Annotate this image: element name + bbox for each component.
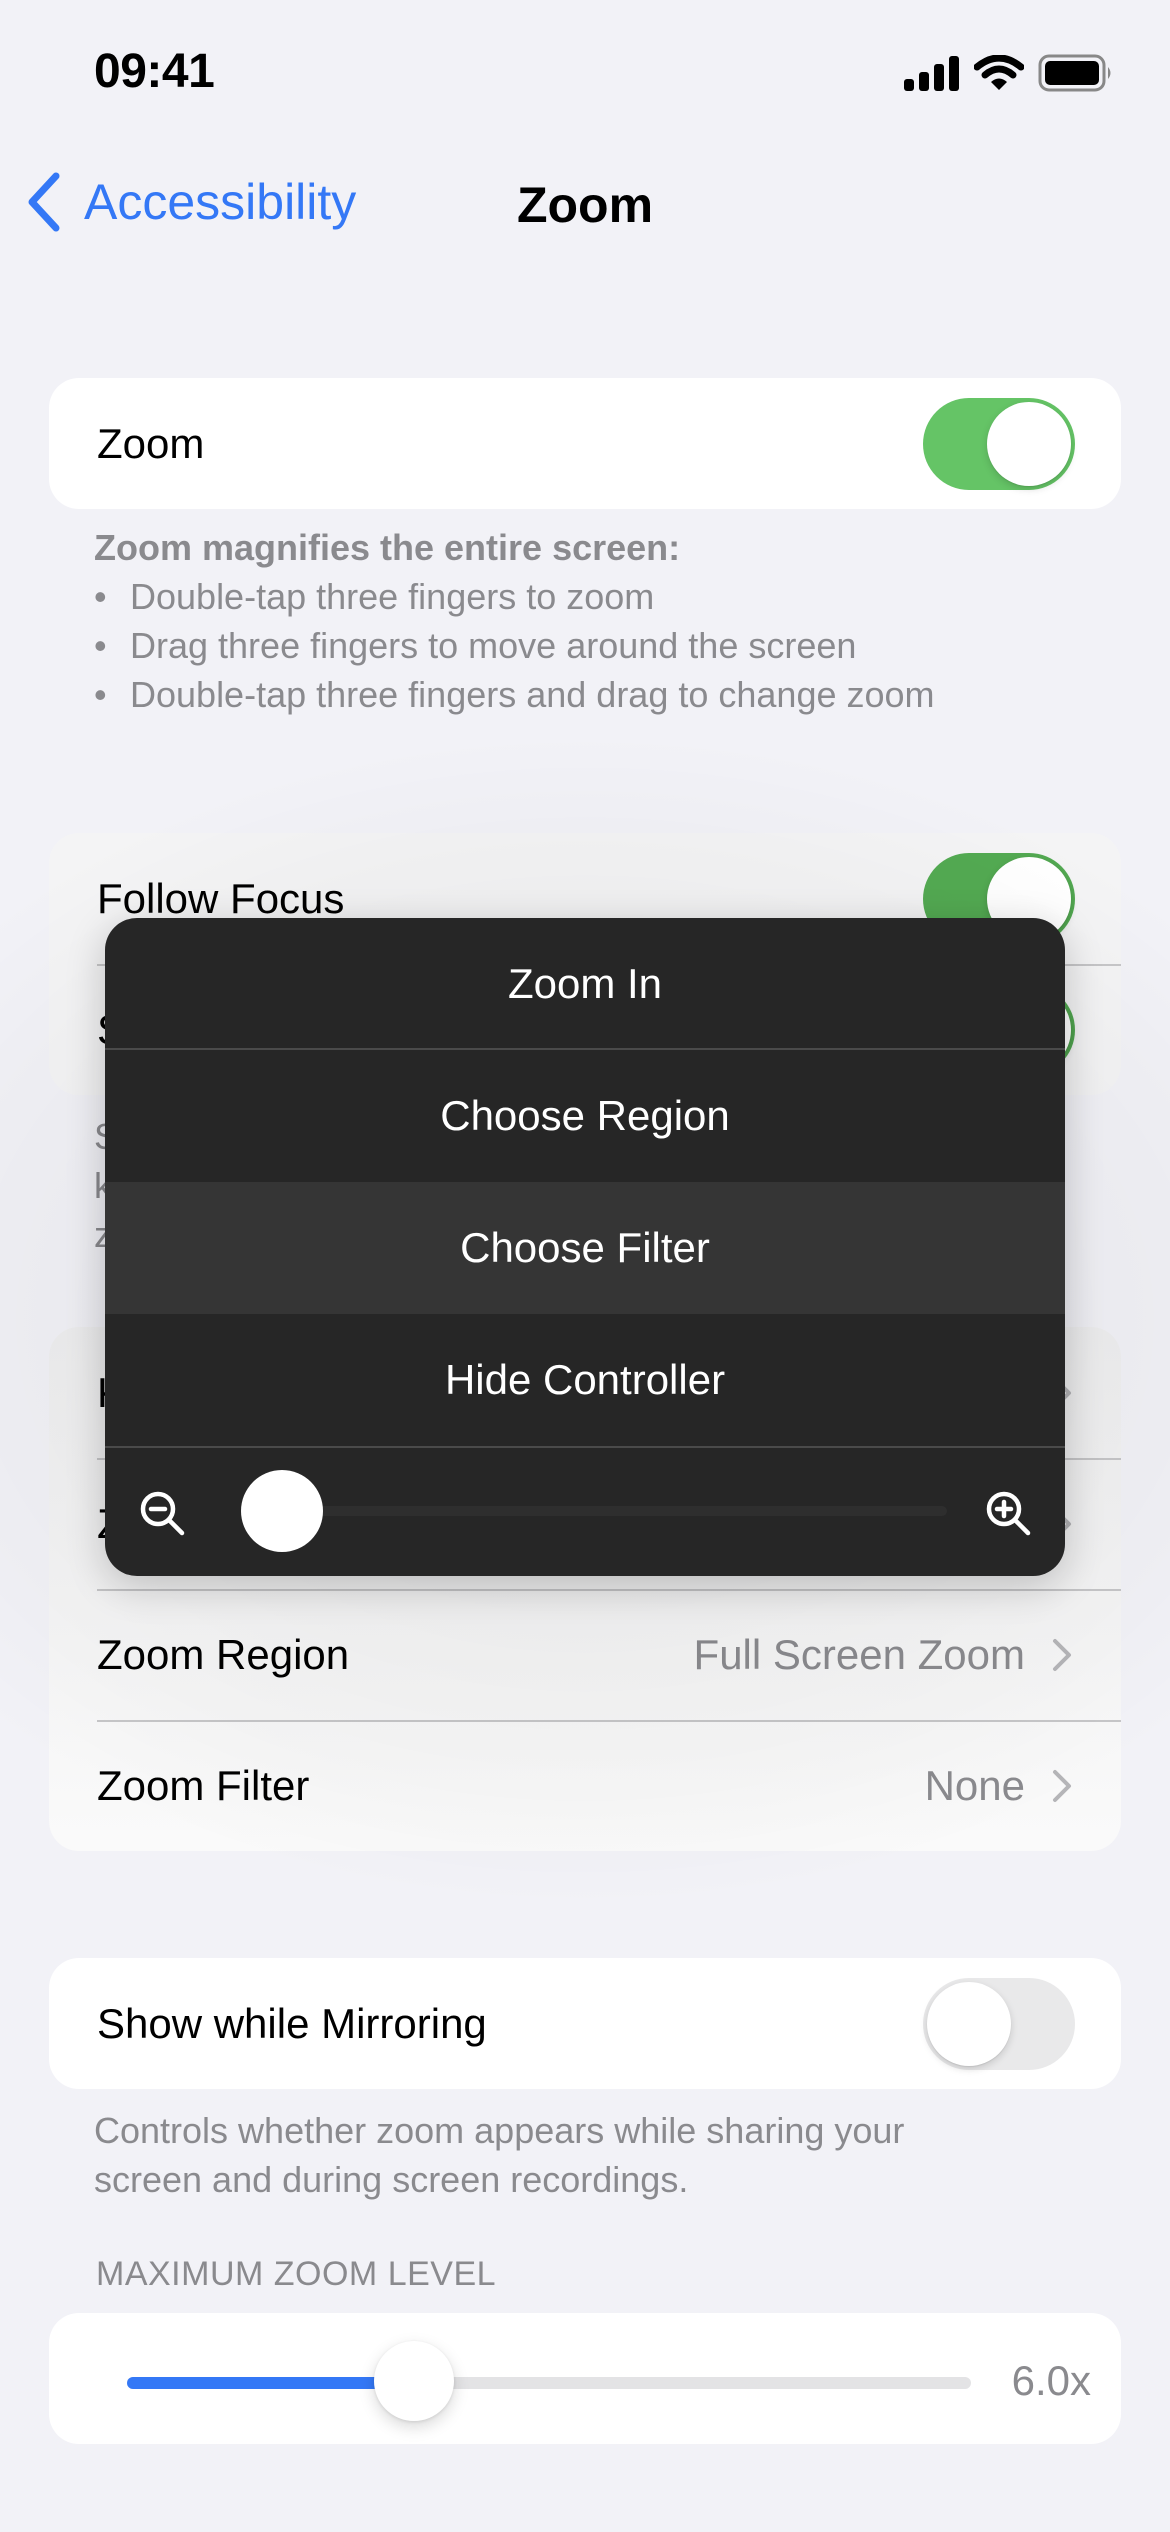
zoom-in-icon[interactable] (983, 1488, 1035, 1540)
menu-zoom-slider[interactable] (255, 1506, 947, 1516)
battery-icon (1038, 54, 1111, 92)
mirroring-footer: Controls whether zoom appears while shar… (94, 2110, 905, 2200)
zoom-region-label: Zoom Region (97, 1630, 350, 1678)
follow-focus-label: Follow Focus (97, 874, 345, 922)
menu-zoom-slider-row (105, 1446, 1065, 1576)
chevron-right-icon (1053, 1769, 1071, 1802)
zoom-filter-value: None (924, 1761, 1025, 1809)
zoom-row: Zoom (49, 378, 1121, 509)
zoom-region-value: Full Screen Zoom (693, 1630, 1025, 1678)
max-zoom-group: 6.0x (49, 2313, 1121, 2444)
zoom-out-icon[interactable] (137, 1488, 189, 1540)
max-zoom-slider-knob[interactable] (373, 2341, 454, 2421)
status-icons (904, 54, 1114, 92)
toggle-knob (927, 1981, 1011, 2066)
menu-item-choose-filter[interactable]: Choose Filter (105, 1182, 1065, 1314)
zoom-footer-bullet: • Double-tap three fingers to zoom (94, 576, 655, 617)
status-time: 09:41 (94, 45, 215, 98)
menu-zoom-slider-knob[interactable] (241, 1470, 323, 1552)
menu-item-choose-region[interactable]: Choose Region (105, 1050, 1065, 1182)
mirroring-group: Show while Mirroring (49, 1958, 1121, 2089)
show-while-mirroring-toggle[interactable] (923, 1977, 1075, 2070)
show-while-mirroring-row: Show while Mirroring (49, 1958, 1121, 2089)
zoom-footer-heading: Zoom magnifies the entire screen: (94, 527, 681, 568)
chevron-right-icon (1053, 1638, 1071, 1671)
max-zoom-value: 6.0x (1011, 2357, 1091, 2404)
zoom-filter-row[interactable]: Zoom Filter None (49, 1720, 1121, 1851)
zoom-filter-label: Zoom Filter (97, 1761, 310, 1809)
toggle-knob (987, 401, 1071, 486)
show-while-mirroring-label: Show while Mirroring (97, 1999, 487, 2047)
menu-item-hide-controller[interactable]: Hide Controller (105, 1314, 1065, 1446)
cellular-signal-icon (904, 56, 959, 91)
zoom-toggle[interactable] (923, 397, 1075, 490)
zoom-group: Zoom (49, 378, 1121, 509)
zoom-footer-bullet: • Drag three fingers to move around the s… (94, 625, 857, 666)
zoom-region-row[interactable]: Zoom Region Full Screen Zoom (49, 1589, 1121, 1720)
max-zoom-slider-fill (127, 2377, 414, 2389)
zoom-controller-menu: Zoom In Choose Region Choose Filter Hide… (105, 918, 1065, 1576)
wifi-icon (974, 55, 1024, 90)
page-title: Zoom (516, 177, 654, 233)
max-zoom-slider[interactable] (127, 2341, 971, 2421)
menu-item-zoom-in[interactable]: Zoom In (105, 918, 1065, 1050)
zoom-footer: Zoom magnifies the entire screen: • Doubl… (94, 523, 1094, 719)
max-zoom-header: MAXIMUM ZOOM LEVEL (96, 2255, 497, 2293)
zoom-label: Zoom (97, 419, 205, 467)
zoom-footer-bullet: • Double-tap three fingers and drag to ch… (94, 674, 935, 715)
